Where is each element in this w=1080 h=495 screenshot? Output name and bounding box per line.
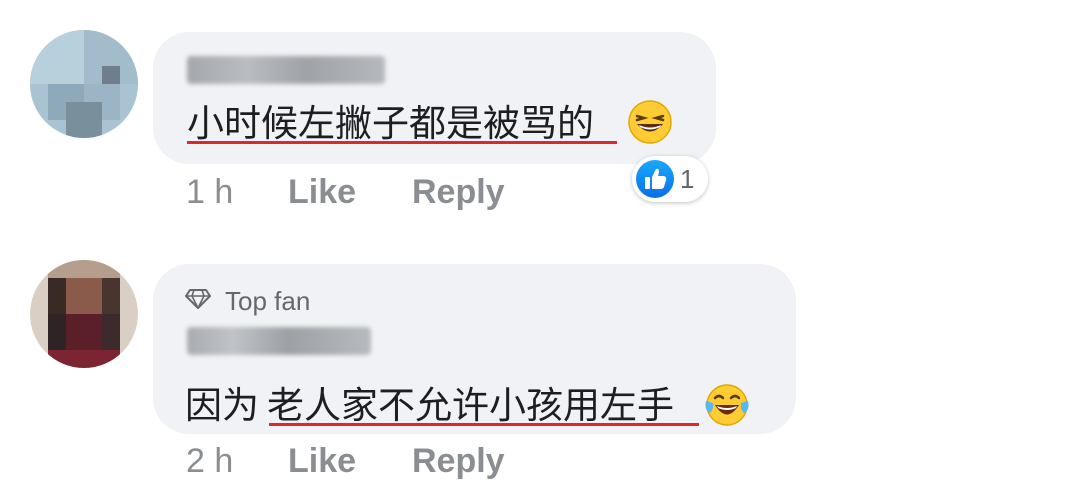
- comment-timestamp[interactable]: 1 h: [186, 173, 233, 212]
- like-button[interactable]: Like: [288, 173, 356, 212]
- comment-bubble: 小时候左撇子都是被骂的: [153, 32, 716, 164]
- comment-text: 老人家不允许小孩用左手: [267, 384, 674, 427]
- reaction-summary[interactable]: 1: [632, 156, 708, 202]
- comment-2: Top fan 因为 老人家不允许小孩用左手 2 h Like Reply: [0, 250, 1080, 495]
- avatar[interactable]: [30, 260, 138, 368]
- reply-button[interactable]: Reply: [412, 442, 505, 481]
- face-with-tears-of-joy-icon: [705, 384, 749, 426]
- top-fan-badge: Top fan: [225, 286, 311, 316]
- comment-bubble: Top fan 因为 老人家不允许小孩用左手: [153, 264, 796, 434]
- comment-timestamp[interactable]: 2 h: [186, 442, 233, 481]
- avatar[interactable]: [30, 30, 138, 138]
- author-name-blurred[interactable]: [187, 327, 371, 355]
- comment-text-prefix: 因为: [185, 384, 259, 427]
- diamond-icon: [185, 289, 211, 309]
- text-underline: [269, 423, 699, 426]
- author-name-blurred[interactable]: [187, 56, 385, 84]
- reply-button[interactable]: Reply: [412, 173, 505, 212]
- thumbs-up-icon: [636, 160, 674, 198]
- comment-1: 小时候左撇子都是被骂的 1 1 h Like Reply: [0, 0, 1080, 240]
- text-underline: [187, 141, 617, 144]
- like-button[interactable]: Like: [288, 442, 356, 481]
- comment-text: 小时候左撇子都是被骂的: [187, 102, 594, 145]
- grinning-squinting-face-icon: [628, 100, 672, 144]
- reaction-count: 1: [680, 164, 695, 194]
